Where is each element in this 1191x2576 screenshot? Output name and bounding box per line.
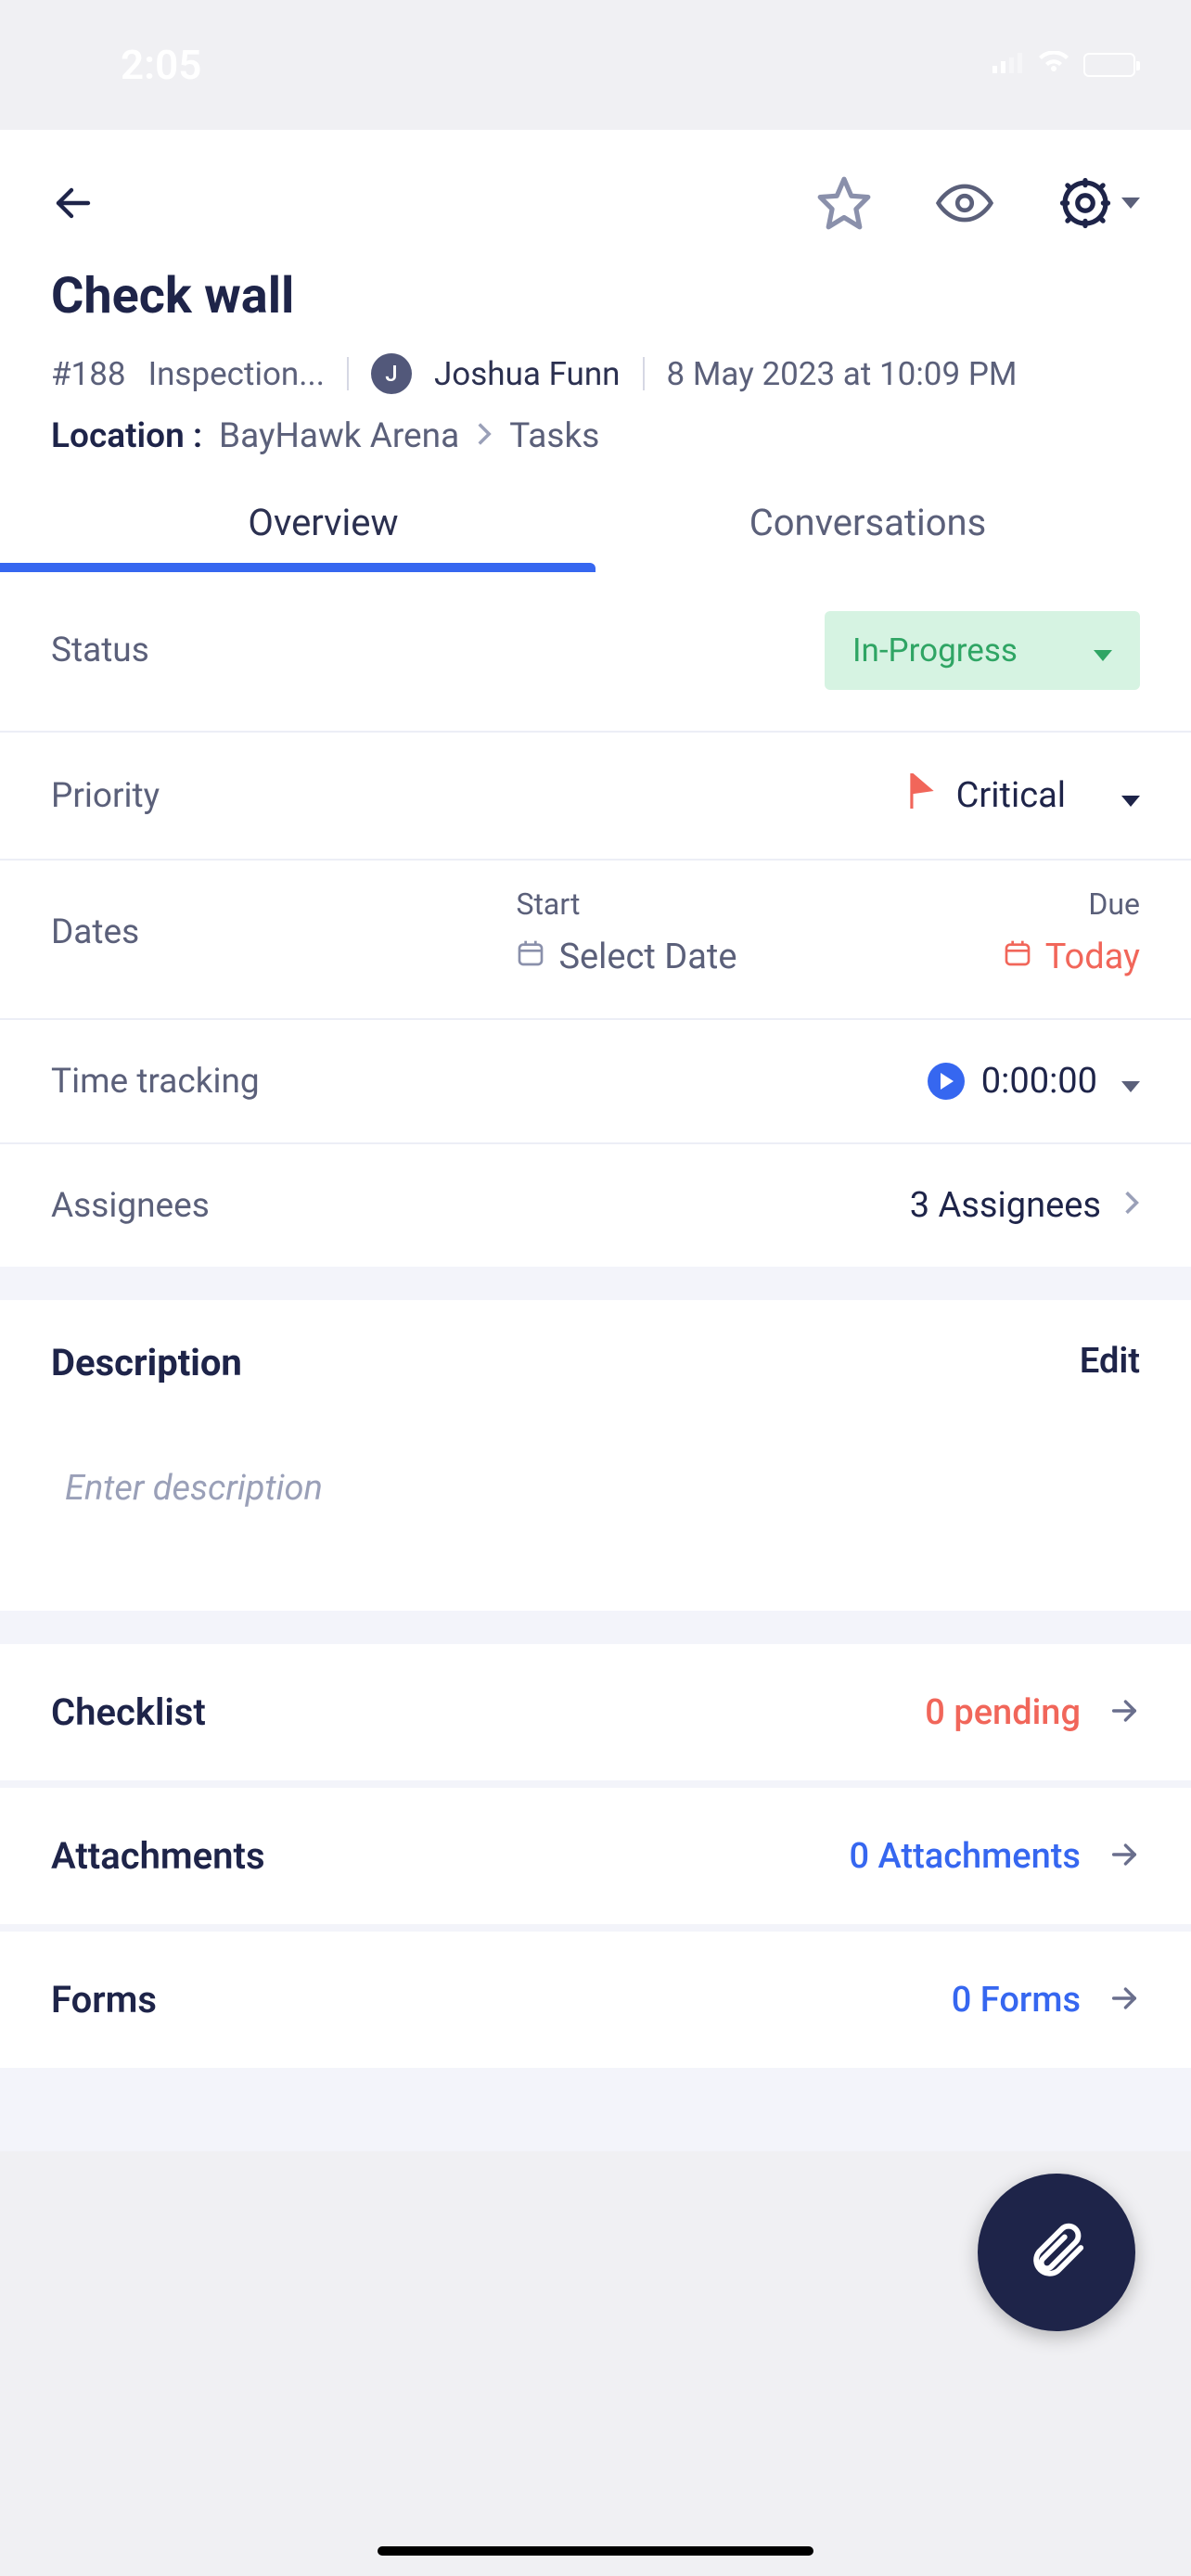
due-label: Due: [1003, 886, 1140, 922]
eye-icon[interactable]: [936, 183, 993, 223]
start-date-value: Select Date: [558, 937, 736, 977]
wifi-icon: [1037, 51, 1070, 79]
play-icon[interactable]: [928, 1063, 965, 1100]
arrow-right-icon: [1108, 1839, 1140, 1874]
forms-label: Forms: [51, 1978, 157, 2021]
dates-label: Dates: [51, 912, 139, 952]
arrow-right-icon: [1108, 1983, 1140, 2018]
overview-fields: Status In-Progress Priority Critical Dat…: [0, 570, 1191, 1267]
location-primary[interactable]: BayHawk Arena: [219, 416, 459, 456]
status-icons: [992, 51, 1135, 79]
checklist-label: Checklist: [51, 1690, 206, 1734]
battery-icon: [1083, 53, 1135, 77]
paperclip-icon: [1024, 2218, 1089, 2287]
time-value: 0:00:00: [981, 1061, 1097, 1102]
breadcrumb: Location : BayHawk Arena Tasks: [51, 416, 1140, 456]
attachments-value: 0 Attachments: [850, 1836, 1082, 1877]
time-tracking-label: Time tracking: [51, 1062, 260, 1102]
location-label: Location :: [51, 416, 202, 456]
star-icon[interactable]: [815, 174, 873, 232]
due-date-group: Due Today: [1003, 886, 1140, 977]
tab-conversations[interactable]: Conversations: [596, 501, 1140, 570]
task-title: Check wall: [51, 267, 1140, 325]
task-type[interactable]: Inspection...: [148, 355, 325, 393]
attachments-label: Attachments: [51, 1834, 265, 1878]
assignees-value: 3 Assignees: [910, 1185, 1101, 1226]
assignees-row[interactable]: Assignees 3 Assignees: [0, 1144, 1191, 1267]
description-title: Description: [51, 1341, 242, 1384]
priority-row: Priority Critical: [0, 733, 1191, 861]
description-section: Description Edit Enter description: [0, 1300, 1191, 1611]
chevron-down-icon[interactable]: [1121, 1061, 1140, 1102]
start-date-picker[interactable]: Select Date: [516, 937, 736, 977]
author-avatar[interactable]: J: [371, 353, 412, 394]
location-secondary[interactable]: Tasks: [509, 416, 599, 456]
divider: [643, 357, 645, 390]
cellular-icon: [992, 53, 1024, 77]
tabs: Overview Conversations: [51, 501, 1140, 570]
time-tracking-row: Time tracking 0:00:00: [0, 1020, 1191, 1144]
due-date-picker[interactable]: Today: [1003, 937, 1140, 977]
top-actions: [51, 158, 1140, 258]
calendar-icon: [1003, 937, 1032, 977]
chevron-down-icon: [1094, 631, 1112, 670]
attach-fab[interactable]: [978, 2174, 1135, 2331]
priority-label: Priority: [51, 776, 160, 816]
calendar-icon: [516, 937, 545, 977]
assignees-label: Assignees: [51, 1186, 210, 1226]
checklist-value: 0 pending: [925, 1692, 1081, 1733]
tab-overview[interactable]: Overview: [51, 501, 596, 570]
chevron-down-icon: [1121, 775, 1140, 816]
section-gap: [0, 2068, 1191, 2151]
status-row: Status In-Progress: [0, 570, 1191, 733]
edit-description-button[interactable]: Edit: [1080, 1341, 1140, 1384]
forms-row[interactable]: Forms 0 Forms: [0, 1932, 1191, 2068]
section-gap: [0, 1924, 1191, 1932]
divider: [347, 357, 349, 390]
attachments-row[interactable]: Attachments 0 Attachments: [0, 1788, 1191, 1924]
settings-chevron-icon[interactable]: [1121, 195, 1140, 212]
priority-select[interactable]: Critical: [906, 773, 1140, 818]
task-timestamp: 8 May 2023 at 10:09 PM: [667, 355, 1018, 393]
content: Check wall #188 Inspection... J Joshua F…: [0, 130, 1191, 2151]
start-label: Start: [516, 886, 736, 922]
flag-icon: [906, 773, 938, 818]
task-header: Check wall #188 Inspection... J Joshua F…: [0, 130, 1191, 570]
chevron-right-icon: [476, 416, 493, 456]
author-name: Joshua Funn: [434, 355, 621, 393]
chevron-right-icon: [1123, 1185, 1140, 1226]
back-button[interactable]: [51, 181, 96, 225]
status-bar: 2:05: [0, 0, 1191, 130]
home-indicator[interactable]: [378, 2546, 813, 2556]
description-input[interactable]: Enter description: [0, 1403, 1191, 1611]
priority-value: Critical: [956, 775, 1066, 816]
app-screen: 2:05: [0, 0, 1191, 2576]
arrow-right-icon: [1108, 1695, 1140, 1730]
status-select[interactable]: In-Progress: [825, 611, 1140, 690]
section-gap: [0, 1267, 1191, 1300]
status-label: Status: [51, 631, 149, 670]
start-date-group: Start Select Date: [404, 886, 736, 977]
task-id: #188: [51, 355, 126, 393]
settings-icon[interactable]: [1057, 174, 1114, 232]
status-value: In-Progress: [852, 631, 1018, 670]
section-gap: [0, 1780, 1191, 1788]
status-time: 2:05: [121, 41, 201, 89]
section-gap: [0, 1611, 1191, 1644]
checklist-row[interactable]: Checklist 0 pending: [0, 1644, 1191, 1780]
time-tracking-control[interactable]: 0:00:00: [928, 1061, 1140, 1102]
due-date-value: Today: [1045, 937, 1140, 977]
task-meta: #188 Inspection... J Joshua Funn 8 May 2…: [51, 353, 1140, 394]
forms-value: 0 Forms: [952, 1980, 1081, 2021]
dates-row: Dates Start Select Date Due: [0, 861, 1191, 1020]
